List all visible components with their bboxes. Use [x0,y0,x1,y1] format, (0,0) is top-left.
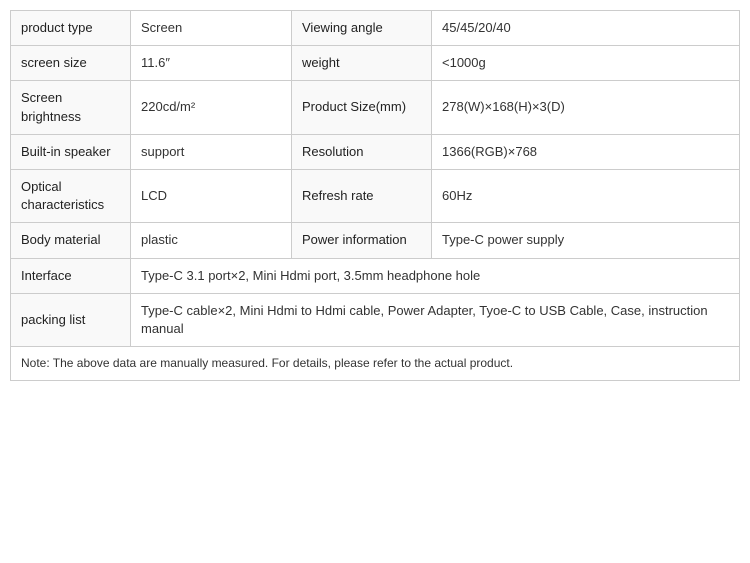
table-row: Optical characteristics LCD Refresh rate… [11,169,740,222]
label-interface: Interface [11,258,131,293]
label-optical-characteristics: Optical characteristics [11,169,131,222]
note-text: Note: The above data are manually measur… [11,347,740,381]
table-row: Body material plastic Power information … [11,223,740,258]
table-row: screen size 11.6″ weight <1000g [11,46,740,81]
note-row: Note: The above data are manually measur… [11,347,740,381]
value-packing-list: Type-C cable×2, Mini Hdmi to Hdmi cable,… [131,293,740,346]
table-row: Screen brightness 220cd/m² Product Size(… [11,81,740,134]
label-packing-list: packing list [11,293,131,346]
spec-table: product type Screen Viewing angle 45/45/… [10,10,740,381]
label-product-size: Product Size(mm) [292,81,432,134]
table-row: product type Screen Viewing angle 45/45/… [11,11,740,46]
value-product-size: 278(W)×168(H)×3(D) [432,81,740,134]
table-row-packing: packing list Type-C cable×2, Mini Hdmi t… [11,293,740,346]
spec-table-wrapper: product type Screen Viewing angle 45/45/… [0,0,750,391]
value-viewing-angle: 45/45/20/40 [432,11,740,46]
label-viewing-angle: Viewing angle [292,11,432,46]
page-container: product type Screen Viewing angle 45/45/… [0,0,750,391]
label-body-material: Body material [11,223,131,258]
table-row-interface: Interface Type-C 3.1 port×2, Mini Hdmi p… [11,258,740,293]
value-builtin-speaker: support [131,134,292,169]
label-builtin-speaker: Built-in speaker [11,134,131,169]
value-screen-brightness: 220cd/m² [131,81,292,134]
value-body-material: plastic [131,223,292,258]
label-screen-brightness: Screen brightness [11,81,131,134]
table-row: Built-in speaker support Resolution 1366… [11,134,740,169]
label-screen-size: screen size [11,46,131,81]
label-product-type: product type [11,11,131,46]
value-resolution: 1366(RGB)×768 [432,134,740,169]
label-resolution: Resolution [292,134,432,169]
value-interface: Type-C 3.1 port×2, Mini Hdmi port, 3.5mm… [131,258,740,293]
label-power-information: Power information [292,223,432,258]
value-refresh-rate: 60Hz [432,169,740,222]
value-weight: <1000g [432,46,740,81]
value-power-information: Type-C power supply [432,223,740,258]
label-weight: weight [292,46,432,81]
value-optical-characteristics: LCD [131,169,292,222]
label-refresh-rate: Refresh rate [292,169,432,222]
value-screen-size: 11.6″ [131,46,292,81]
value-product-type: Screen [131,11,292,46]
